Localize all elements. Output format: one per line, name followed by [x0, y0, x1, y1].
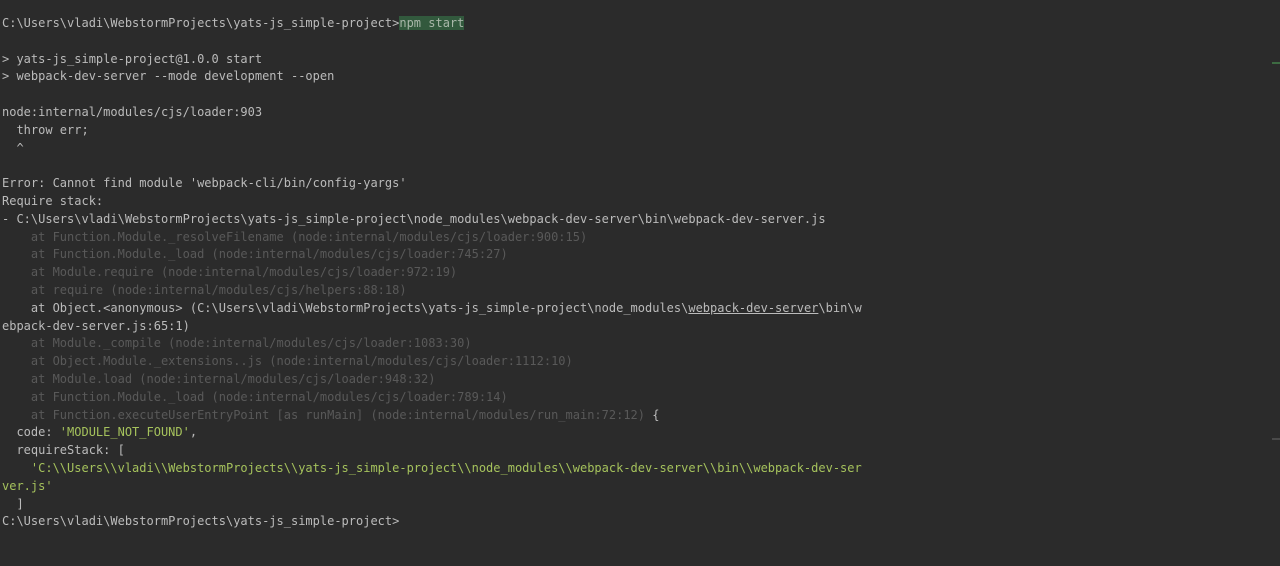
script-header-line: > yats-js_simple-project@1.0.0 start: [2, 51, 263, 66]
require-stack-value-wrap: ver.js': [2, 478, 53, 493]
prompt-line: C:\Users\vladi\WebstormProjects\yats-js_…: [2, 15, 1280, 33]
final-prompt-line[interactable]: C:\Users\vladi\WebstormProjects\yats-js_…: [2, 513, 1280, 531]
code-value: 'MODULE_NOT_FOUND': [59, 425, 190, 440]
code-line: code: 'MODULE_NOT_FOUND',: [2, 424, 1280, 442]
scroll-marker-grey: [1272, 438, 1280, 440]
last-frame-line: at Function.executeUserEntryPoint [as ru…: [2, 407, 1280, 425]
error-message-line: Error: Cannot find module 'webpack-cli/b…: [2, 176, 407, 191]
require-stack-item: - C:\Users\vladi\WebstormProjects\yats-j…: [2, 211, 826, 226]
stack-frame-line: at require (node:internal/modules/cjs/he…: [2, 282, 407, 297]
script-command-line: > webpack-dev-server --mode development …: [2, 69, 335, 84]
terminal-output: C:\Users\vladi\WebstormProjects\yats-js_…: [2, 15, 1280, 531]
vertical-scrollbar[interactable]: [1272, 0, 1280, 566]
stack-frame-line: at Module.load (node:internal/modules/cj…: [2, 371, 436, 386]
close-bracket-line: ]: [2, 496, 24, 511]
scroll-marker-green: [1272, 62, 1280, 64]
caret-line: ^: [2, 140, 24, 155]
anonymous-frame-prefix: at Object.<anonymous> (C:\Users\vladi\We…: [2, 300, 689, 315]
require-stack-key-line: requireStack: [: [2, 443, 125, 458]
stack-frame-line: at Function.Module._resolveFilename (nod…: [2, 229, 588, 244]
stack-frame-line: at Module._compile (node:internal/module…: [2, 336, 472, 351]
command-text[interactable]: npm start: [399, 16, 465, 30]
file-link[interactable]: webpack-dev-server: [688, 301, 818, 315]
anonymous-frame-wrap: ebpack-dev-server.js:65:1): [2, 318, 190, 333]
stack-frame-line: at Function.Module._load (node:internal/…: [2, 247, 508, 262]
prompt-path: C:\Users\vladi\WebstormProjects\yats-js_…: [2, 16, 400, 30]
stack-frame-line: at Module.require (node:internal/modules…: [2, 265, 458, 280]
code-comma: ,: [189, 425, 198, 440]
require-stack-value-line: 'C:\\Users\\vladi\\WebstormProjects\\yat…: [2, 460, 862, 475]
anonymous-frame-suffix: \bin\w: [818, 300, 862, 315]
code-key: code:: [2, 425, 60, 440]
open-brace: {: [645, 407, 660, 422]
throw-line: throw err;: [2, 122, 89, 137]
require-stack-label: Require stack:: [2, 193, 104, 208]
last-frame-text: at Function.executeUserEntryPoint [as ru…: [2, 407, 645, 422]
stack-frame-line: at Object.Module._extensions..js (node:i…: [2, 354, 573, 369]
terminal-window[interactable]: C:\Users\vladi\WebstormProjects\yats-js_…: [0, 0, 1280, 566]
anonymous-frame-line: at Object.<anonymous> (C:\Users\vladi\We…: [2, 300, 1280, 318]
stack-frame-line: at Function.Module._load (node:internal/…: [2, 389, 508, 404]
loader-location-line: node:internal/modules/cjs/loader:903: [2, 104, 263, 119]
